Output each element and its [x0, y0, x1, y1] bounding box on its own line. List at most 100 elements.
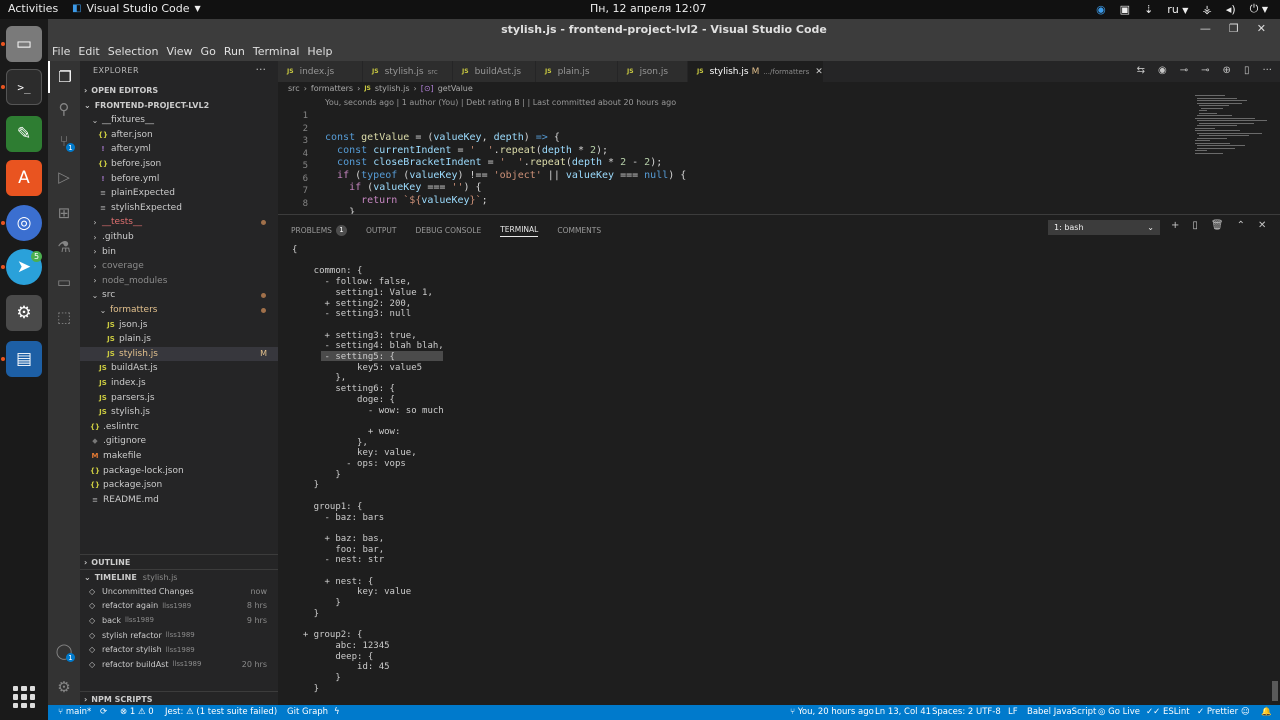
menu-view[interactable]: View — [166, 45, 192, 58]
breadcrumb-symbol[interactable]: getValue — [438, 84, 473, 93]
language-selector[interactable]: ru ▼ — [1167, 3, 1188, 16]
lightning-icon[interactable]: ϟ — [334, 707, 340, 717]
terminal-icon[interactable]: >_ — [6, 69, 42, 105]
timeline-section[interactable]: ⌄ TIMELINE stylish.js — [80, 569, 278, 585]
menu-go[interactable]: Go — [201, 45, 216, 58]
git-graph-button[interactable]: Git Graph — [287, 707, 328, 717]
minimize-icon[interactable]: — — [1200, 22, 1211, 35]
software-center-icon[interactable]: A — [6, 160, 42, 196]
settings-app-icon[interactable]: ⚙ — [6, 295, 42, 331]
jest-status[interactable]: Jest: ⚠ (1 test suite failed) — [165, 707, 277, 717]
npm-scripts-section[interactable]: › NPM SCRIPTS — [80, 691, 278, 705]
timeline-item[interactable]: ◇ stylish refactor llss1989 — [80, 628, 278, 643]
power-icon[interactable]: ⏻ ▼ — [1250, 2, 1268, 16]
files-icon[interactable]: ▭ — [6, 26, 42, 62]
timeline-item[interactable]: ◇ refactor stylish llss1989 — [80, 642, 278, 657]
run-debug-icon[interactable]: ▷ — [48, 161, 80, 193]
tree-item[interactable]: Mmakefile — [80, 449, 278, 464]
tree-item[interactable]: ◆ .gitignore — [80, 434, 278, 449]
menu-run[interactable]: Run — [224, 45, 245, 58]
activities-button[interactable]: Activities — [8, 2, 58, 15]
open-editors-section[interactable]: › OPEN EDITORS — [80, 82, 278, 98]
prettier-status[interactable]: ✓ Prettier — [1197, 707, 1238, 717]
more-actions-icon[interactable]: ··· — [256, 63, 267, 76]
chromium-icon[interactable]: ◎ — [6, 205, 42, 241]
menu-help[interactable]: Help — [307, 45, 332, 58]
editor-tab[interactable]: JS buildAst.js — [453, 61, 536, 82]
git-lens-icon[interactable]: ⊕ — [1223, 65, 1231, 76]
tree-item[interactable]: JS stylish.js M — [80, 346, 278, 362]
menu-file[interactable]: File — [52, 45, 70, 58]
bell-icon[interactable]: 🔔 — [1261, 707, 1272, 717]
tree-item[interactable]: JS json.js — [80, 317, 278, 332]
editor-tab[interactable]: JS index.js — [278, 61, 363, 82]
editor-tab[interactable]: JS json.js — [618, 61, 688, 82]
tree-item[interactable]: › .github — [80, 230, 278, 245]
breadcrumb-src[interactable]: src — [288, 84, 300, 93]
split-editor-icon[interactable]: ▯ — [1244, 65, 1250, 76]
folder-icon[interactable]: ▭ — [48, 266, 80, 298]
minimap[interactable] — [1193, 95, 1273, 159]
app-menu[interactable]: ◧ Visual Studio Code ▼ — [72, 2, 201, 15]
editor-tab[interactable]: JS stylish.js src — [363, 61, 453, 82]
codelens[interactable]: You, seconds ago | 1 author (You) | Debt… — [325, 98, 676, 107]
terminal-output[interactable]: { common: { - follow: false, setting1: V… — [292, 245, 1262, 700]
git-graph-icon[interactable]: ⬚ — [48, 301, 80, 333]
tree-item[interactable]: ≡ README.md — [80, 493, 278, 508]
tree-item[interactable]: JS buildAst.js — [80, 361, 278, 376]
menu-edit[interactable]: Edit — [78, 45, 99, 58]
panel-tab[interactable]: COMMENTS — [557, 223, 601, 237]
tree-item[interactable]: JS stylish.js — [80, 405, 278, 420]
tree-item[interactable]: {} after.json — [80, 128, 278, 143]
tree-item[interactable]: {} before.json — [80, 157, 278, 172]
tree-item[interactable]: › bin — [80, 244, 278, 259]
outline-section[interactable]: › OUTLINE — [80, 554, 278, 570]
editor-tab[interactable]: JS plain.js — [536, 61, 618, 82]
cursor-position[interactable]: Ln 13, Col 41 — [875, 707, 931, 717]
source-control-icon[interactable]: ⑂ 1 — [48, 125, 80, 157]
encoding[interactable]: UTF-8 — [976, 707, 1001, 717]
indentation[interactable]: Spaces: 2 — [932, 707, 973, 717]
vpn-icon[interactable]: ◉ — [1096, 3, 1106, 16]
tree-item[interactable]: ⌄ formatters — [80, 303, 278, 318]
panel-tab[interactable]: DEBUG CONSOLE — [416, 223, 482, 237]
panel-tab[interactable]: OUTPUT — [366, 223, 397, 237]
git-blame[interactable]: ⑂ You, 20 hours ago — [790, 707, 874, 717]
tree-item[interactable]: {} package-lock.json — [80, 463, 278, 478]
go-live[interactable]: ◎ Go Live — [1098, 707, 1140, 717]
panel-tab[interactable]: PROBLEMS 1 — [291, 223, 347, 237]
prev-change-icon[interactable]: ⊸ — [1180, 65, 1188, 76]
tree-item[interactable]: ≡ stylishExpected — [80, 201, 278, 216]
trash-icon[interactable]: 🗑 — [1211, 220, 1224, 231]
breadcrumb-file[interactable]: stylish.js — [375, 84, 410, 93]
timeline-item[interactable]: ◇ refactor buildAst llss1989 20 hrs — [80, 657, 278, 672]
eol[interactable]: LF — [1008, 707, 1018, 717]
branch-indicator[interactable]: ⑂ main* — [58, 707, 91, 717]
panel-tab[interactable]: TERMINAL — [500, 223, 539, 237]
tree-item[interactable]: ! before.yml — [80, 171, 278, 186]
timeline-item[interactable]: ◇ Uncommitted Changes now — [80, 584, 278, 599]
tree-item[interactable]: JS parsers.js — [80, 390, 278, 405]
tree-item[interactable]: JS index.js — [80, 376, 278, 391]
problems-indicator[interactable]: ⊗ 1 ⚠ 0 — [120, 707, 154, 717]
tree-item[interactable]: › __tests__ — [80, 215, 278, 230]
show-applications-icon[interactable] — [13, 686, 35, 708]
network-icon[interactable]: ⚶ — [1202, 3, 1211, 16]
tree-item[interactable]: JS plain.js — [80, 332, 278, 347]
clock[interactable]: Пн, 12 апреля 12:07 — [590, 2, 706, 15]
code-editor[interactable]: 1 const getValue = (valueKey, depth) => … — [278, 110, 1193, 214]
project-section[interactable]: ⌄ FRONTEND-PROJECT-LVL2 — [80, 97, 278, 113]
extensions-icon[interactable]: ⊞ — [48, 197, 80, 229]
eye-icon[interactable]: ◉ — [1158, 65, 1167, 76]
timeline-item[interactable]: ◇ back llss1989 9 hrs — [80, 613, 278, 628]
maximize-panel-icon[interactable]: ⌃ — [1237, 220, 1245, 231]
folder-sync-icon[interactable]: ▣ — [1120, 3, 1130, 16]
tree-item[interactable]: {} .eslintrc — [80, 420, 278, 435]
maximize-icon[interactable]: ❐ — [1229, 22, 1239, 35]
volume-icon[interactable]: ◂) — [1226, 3, 1236, 16]
tree-item[interactable]: {} package.json — [80, 478, 278, 493]
tree-item[interactable]: ⌄ src — [80, 288, 278, 303]
tree-item[interactable]: ! after.yml — [80, 142, 278, 157]
close-tab-icon[interactable]: ✕ — [815, 67, 823, 77]
next-change-icon[interactable]: ⊸ — [1201, 65, 1209, 76]
